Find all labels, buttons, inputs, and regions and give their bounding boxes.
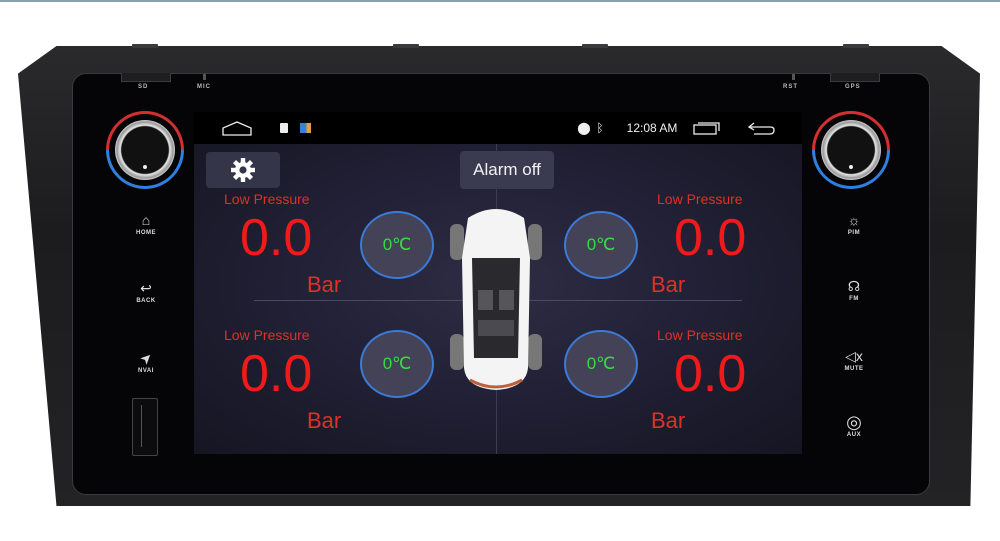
sd-label: SD [138,84,149,90]
fm-label: FM [849,296,859,302]
top-border [0,0,1000,2]
volume-knob[interactable] [89,94,201,206]
bluetooth-icon: ᛒ [596,121,604,135]
settings-button[interactable] [206,152,280,188]
tpms-app: Alarm off Low Pressure 0.0 Bar 0℃ Low Pr… [194,144,802,454]
alarm-toggle-button[interactable]: Alarm off [460,151,554,189]
back-hw-button[interactable]: ↩ BACK [126,280,166,304]
knob-indicator [849,165,853,169]
temperature-badge: 0℃ [564,330,638,398]
status-bar: ⬤ ᛒ 12:08 AM [194,112,802,144]
pressure-value: 0.0 [240,209,313,267]
pressure-value: 0.0 [674,209,747,267]
temperature-badge: 0℃ [360,211,434,279]
tire-rl-graphic [450,334,464,370]
rst-label: RST [783,84,798,90]
pim-hw-button[interactable]: ☼ PIM [834,212,874,236]
clip-tab [132,44,158,48]
pressure-value: 0.0 [240,345,313,403]
pressure-status: Low Pressure [224,191,310,207]
aux-label: AUX [846,432,862,438]
tune-knob[interactable] [795,94,907,206]
clock: 12:08 AM [626,121,678,135]
car-top-view-image [450,209,542,390]
clip-tab [582,44,608,48]
fm-hw-button[interactable]: ☊ FM [834,278,874,302]
mute-hw-button[interactable]: ◁x MUTE [834,348,874,372]
light-bulb-icon: ☼ [847,212,861,228]
gps-label: GPS [845,84,861,90]
pressure-value: 0.0 [674,345,747,403]
mute-label: MUTE [844,366,864,372]
pressure-status: Low Pressure [224,327,310,343]
mic-label: MIC [197,84,211,90]
clip-tab [393,44,419,48]
navi-hw-button[interactable]: ➤ NVAI [126,348,166,374]
car-seat [499,290,514,310]
mute-icon: ◁x [845,348,863,364]
location-pin-icon: ⬤ [577,121,591,135]
gps-port [830,73,880,82]
knob-body [115,120,175,180]
back-arrow-icon [747,122,775,135]
home-outline-icon [222,121,252,136]
home-label: HOME [136,230,156,236]
pressure-unit: Bar [651,272,686,297]
knob-body [821,120,881,180]
pressure-status: Low Pressure [657,327,743,343]
pressure-status: Low Pressure [657,191,743,207]
gear-icon [231,158,255,182]
mic-hole [203,74,206,80]
car-rear-seat [478,320,514,336]
home-nav-button[interactable] [220,112,254,144]
back-label: BACK [136,298,156,304]
back-nav-button[interactable] [744,112,778,144]
tire-fr-graphic [528,224,542,260]
pim-label: PIM [847,230,861,236]
pressure-unit: Bar [651,408,686,433]
car-seat [478,290,493,310]
home-hw-button[interactable]: ⌂ HOME [126,212,166,236]
temperature-badge: 0℃ [564,211,638,279]
aux-jack: ◎ AUX [834,412,874,438]
display-screen: ⬤ ᛒ 12:08 AM Alarm off Low Pressure 0.0 … [194,112,802,454]
back-icon: ↩ [140,280,152,296]
radio-antenna-icon: ☊ [847,278,861,294]
pressure-unit: Bar [307,272,342,297]
clip-tab [843,44,869,48]
sd-slot[interactable] [121,73,171,82]
recent-apps-icon [693,122,720,135]
app-notification-icon [298,112,312,144]
temperature-badge: 0℃ [360,330,434,398]
aux-jack-icon: ◎ [846,412,862,432]
pressure-unit: Bar [307,408,342,433]
sd-card-icon [278,112,290,144]
recent-apps-button[interactable] [690,112,724,144]
tire-rr-graphic [528,334,542,370]
tire-fl-graphic [450,224,464,260]
knob-indicator [143,165,147,169]
usb-port [132,398,158,456]
home-icon: ⌂ [141,212,151,228]
reset-hole[interactable] [792,74,795,80]
